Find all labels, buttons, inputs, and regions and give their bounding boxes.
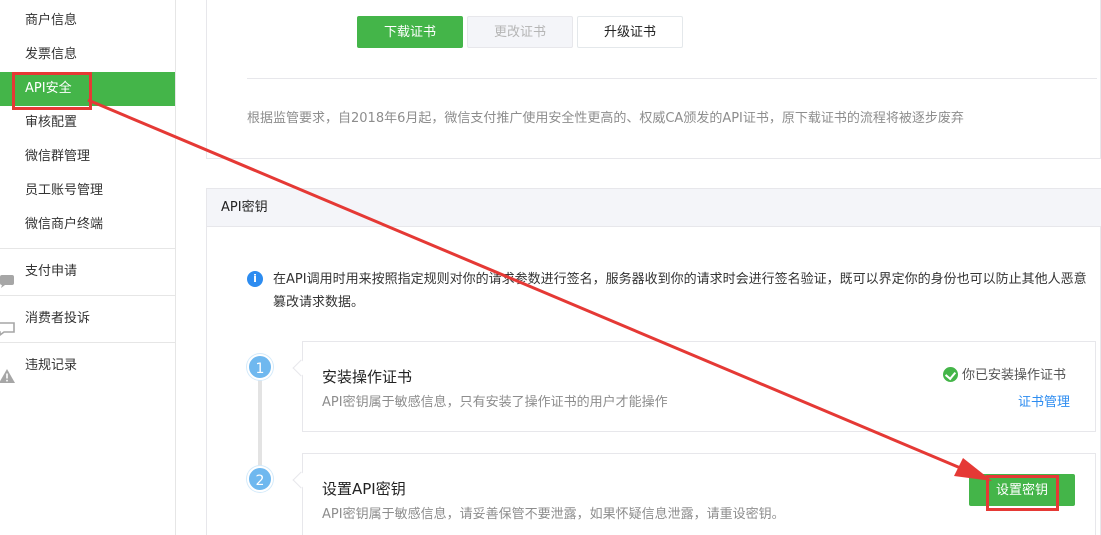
install-status: 你已安装操作证书 xyxy=(943,364,1066,383)
sidebar-item-label: 支付申请 xyxy=(25,264,78,279)
sidebar: 商户信息 发票信息 API安全 审核配置 微信群管理 员工账号管理 微信商户终端… xyxy=(0,0,176,535)
warning-icon xyxy=(0,358,16,383)
chat-icon xyxy=(0,264,16,288)
sidebar-item-api-security[interactable]: API安全 xyxy=(0,72,175,106)
cert-management-link[interactable]: 证书管理 xyxy=(1018,391,1070,410)
sidebar-item-consumer-complaints[interactable]: 消费者投诉 xyxy=(0,296,175,342)
sidebar-item-wechat-group[interactable]: 微信群管理 xyxy=(0,140,175,174)
step-title: 安装操作证书 xyxy=(322,368,413,386)
sidebar-item-staff-accounts[interactable]: 员工账号管理 xyxy=(0,174,175,208)
info-icon: i xyxy=(247,271,263,287)
step-card-install-cert xyxy=(302,341,1096,432)
section-title: API密钥 xyxy=(207,189,1101,227)
upgrade-cert-button[interactable]: 升级证书 xyxy=(577,16,683,48)
install-status-text: 你已安装操作证书 xyxy=(962,368,1067,383)
sidebar-item-payment-application[interactable]: 支付申请 xyxy=(0,249,175,295)
sidebar-item-invoice-info[interactable]: 发票信息 xyxy=(0,38,175,72)
step-number-1: 1 xyxy=(247,354,273,380)
change-cert-button: 更改证书 xyxy=(467,16,573,48)
step-number-2: 2 xyxy=(247,466,273,492)
sidebar-item-violation-records[interactable]: 违规记录 xyxy=(0,343,175,389)
api-key-description: 在API调用时用来按照指定规则对你的请求参数进行签名，服务器收到你的请求时会进行… xyxy=(273,272,1087,310)
sidebar-item-review-config[interactable]: 审核配置 xyxy=(0,106,175,140)
step-title: 设置API密钥 xyxy=(322,480,406,498)
check-circle-icon xyxy=(943,367,958,382)
step-description: API密钥属于敏感信息，请妥善保管不要泄露，如果怀疑信息泄露，请重设密钥。 xyxy=(322,507,785,522)
sidebar-item-label: 违规记录 xyxy=(25,358,78,373)
step-description: API密钥属于敏感信息，只有安装了操作证书的用户才能操作 xyxy=(322,395,668,410)
cert-notice: 根据监管要求，自2018年6月起，微信支付推广使用安全性更高的、权威CA颁发的A… xyxy=(247,111,964,126)
download-cert-button[interactable]: 下载证书 xyxy=(357,16,463,48)
sidebar-item-merchant-terminal[interactable]: 微信商户终端 xyxy=(0,208,175,242)
divider xyxy=(247,78,1097,79)
step-timeline xyxy=(258,378,262,470)
set-key-button[interactable]: 设置密钥 xyxy=(969,474,1075,506)
sidebar-item-label: 消费者投诉 xyxy=(25,311,91,326)
message-icon xyxy=(0,311,16,336)
sidebar-item-merchant-info[interactable]: 商户信息 xyxy=(0,4,175,38)
